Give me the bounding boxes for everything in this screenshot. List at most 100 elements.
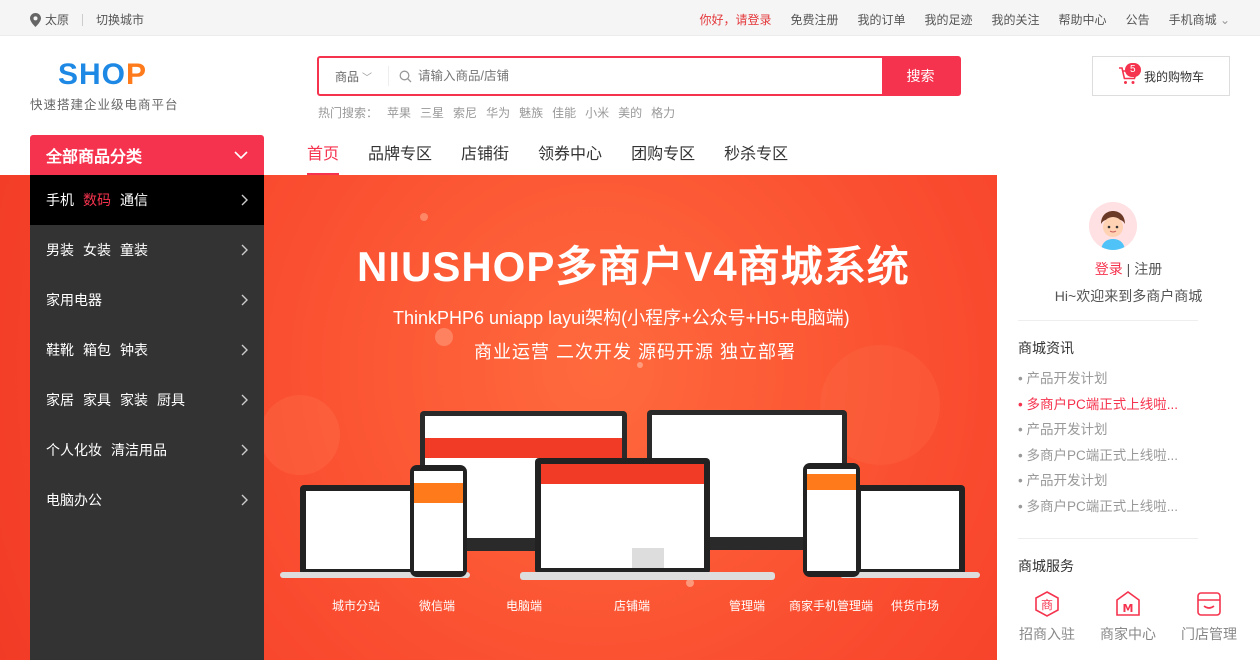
banner-label: 店铺端 <box>614 599 651 613</box>
search-button[interactable]: 搜索 <box>882 58 959 94</box>
news-item[interactable]: • 多商户PC端正式上线啦... <box>1018 498 1178 524</box>
category-label: 通信 <box>120 192 148 208</box>
divider <box>1018 538 1198 539</box>
news-item[interactable]: • 产品开发计划 <box>1018 472 1178 498</box>
nav-home[interactable]: 首页 <box>307 135 340 175</box>
service-merchant-join[interactable]: 商 招商入驻 <box>1008 590 1086 644</box>
chevron-down-icon: ⌄ <box>1219 13 1230 27</box>
nav-group-buy[interactable]: 团购专区 <box>631 135 695 175</box>
announcement-link[interactable]: 公告 <box>1126 11 1150 28</box>
news-title: 商城资讯 <box>1018 340 1074 356</box>
store-management-icon <box>1197 592 1221 616</box>
hot-term[interactable]: 格力 <box>651 104 675 121</box>
site-slogan: 快速搭建企业级电商平台 <box>30 98 179 112</box>
hot-search: 热门搜索： 苹果 三星 索尼 华为 魅族 佳能 小米 美的 格力 <box>318 104 675 121</box>
category-item-computer[interactable]: 电脑办公 <box>30 475 264 525</box>
hot-term[interactable]: 华为 <box>486 104 510 121</box>
search-category-select[interactable]: 商品 ﹀ <box>319 66 389 86</box>
banner-subtitle: ThinkPHP6 uniapp layui架构(小程序+公众号+H5+电脑端) <box>393 308 850 328</box>
banner-label: 城市分站 <box>332 599 381 613</box>
location-pin-icon <box>30 12 41 27</box>
search-input-wrap <box>389 58 882 94</box>
chevron-down-icon: ﹀ <box>362 72 372 84</box>
my-follow-link[interactable]: 我的关注 <box>992 11 1040 28</box>
my-orders-link[interactable]: 我的订单 <box>858 11 906 28</box>
chevron-right-icon <box>241 444 248 456</box>
mobile-mall-label: 手机商城 <box>1168 13 1217 27</box>
switch-city-link[interactable]: 切换城市 <box>96 11 144 28</box>
banner-title: NIUSHOP多商户V4商城系统 <box>357 243 910 290</box>
service-merchant-center[interactable]: M 商家中心 <box>1089 590 1167 644</box>
divider <box>82 13 84 26</box>
category-label: 手机 <box>46 192 74 208</box>
merchant-center-icon: M <box>1116 591 1140 616</box>
side-register-link[interactable]: 注册 <box>1134 261 1162 277</box>
hot-term[interactable]: 小米 <box>585 104 609 121</box>
site-logo[interactable]: SHOP <box>58 58 147 92</box>
nav-flash-sale[interactable]: 秒杀专区 <box>724 135 788 175</box>
banner-label: 电脑端 <box>506 599 543 613</box>
login-register: 登录 | 注册 <box>997 259 1260 279</box>
category-label: 家居 <box>46 392 74 408</box>
category-menu: 手机 数码 通信 男装 女装 童装 家用电器 鞋靴 箱包 钟表 家居 家具 家装 厨具 个人化妆清… <box>30 175 264 660</box>
news-item-text: 多商户PC端正式上线啦... <box>1026 447 1178 463</box>
cart-button[interactable]: 5 我的购物车 <box>1092 56 1230 96</box>
category-item-home[interactable]: 家居 家具 家装 厨具 <box>30 375 264 425</box>
help-center-link[interactable]: 帮助中心 <box>1059 11 1107 28</box>
nav-coupon-center[interactable]: 领券中心 <box>538 135 602 175</box>
search-input[interactable] <box>418 69 818 83</box>
service-store-management[interactable]: 门店管理 <box>1170 590 1248 644</box>
chevron-right-icon <box>241 494 248 506</box>
my-footprint-link[interactable]: 我的足迹 <box>925 11 973 28</box>
hot-term[interactable]: 索尼 <box>453 104 477 121</box>
category-item-appliances[interactable]: 家用电器 <box>30 275 264 325</box>
category-label: 数码 <box>83 192 111 208</box>
city-name: 太原 <box>45 13 70 27</box>
category-label: 鞋靴 <box>46 342 74 358</box>
category-label: 厨具 <box>157 392 185 408</box>
hot-term[interactable]: 苹果 <box>387 104 411 121</box>
main-nav: 首页 品牌专区 店铺街 领券中心 团购专区 秒杀专区 <box>307 135 788 175</box>
hot-term[interactable]: 魅族 <box>519 104 543 121</box>
news-item[interactable]: • 多商户PC端正式上线啦... <box>1018 396 1178 422</box>
register-link[interactable]: 免费注册 <box>790 11 838 28</box>
divider: | <box>1126 261 1131 277</box>
news-item[interactable]: • 多商户PC端正式上线啦... <box>1018 447 1178 473</box>
news-item-text: 产品开发计划 <box>1026 422 1108 437</box>
category-label: 家装 <box>120 392 148 408</box>
category-item-clothing[interactable]: 男装 女装 童装 <box>30 225 264 275</box>
svg-text:M: M <box>1123 602 1134 615</box>
category-item-shoes-bags[interactable]: 鞋靴 箱包 钟表 <box>30 325 264 375</box>
hot-term[interactable]: 三星 <box>420 104 444 121</box>
news-item-text: 多商户PC端正式上线啦... <box>1026 396 1178 412</box>
top-bar: 太原 切换城市 你好，请登录 免费注册 我的订单 我的足迹 我的关注 帮助中心 … <box>0 0 1260 36</box>
search-bar: 商品 ﹀ 搜索 <box>317 56 961 96</box>
all-categories-toggle[interactable]: 全部商品分类 <box>30 135 264 175</box>
mobile-mall-link[interactable]: 手机商城 ⌄ <box>1169 11 1230 28</box>
divider <box>1018 320 1198 321</box>
banner-label: 商家手机管理端 <box>789 599 874 613</box>
category-label: 清洁用品 <box>111 442 167 458</box>
news-item[interactable]: • 产品开发计划 <box>1018 370 1178 396</box>
category-label: 电脑办公 <box>46 492 102 508</box>
category-item-beauty[interactable]: 个人化妆 清洁用品 <box>30 425 264 475</box>
services-list: 商 招商入驻 M 商家中心 门店管理 <box>1008 590 1248 644</box>
search-icon <box>399 70 412 82</box>
merchant-join-icon: 商 <box>1035 591 1059 617</box>
chevron-right-icon <box>241 244 248 256</box>
banner-label: 管理端 <box>729 599 766 613</box>
location-selector[interactable]: 太原 切换城市 <box>30 11 144 28</box>
cart-count-badge: 5 <box>1125 63 1141 77</box>
news-list: • 产品开发计划 • 多商户PC端正式上线啦... • 产品开发计划 • 多商户… <box>1018 370 1178 523</box>
category-item-phone[interactable]: 手机 数码 通信 <box>30 175 264 225</box>
login-link[interactable]: 你好，请登录 <box>699 11 771 28</box>
hot-term[interactable]: 佳能 <box>552 104 576 121</box>
nav-brands[interactable]: 品牌专区 <box>368 135 432 175</box>
side-login-link[interactable]: 登录 <box>1095 261 1123 277</box>
hot-term[interactable]: 美的 <box>618 104 642 121</box>
category-label: 个人化妆 <box>46 442 102 458</box>
category-label: 家用电器 <box>46 292 102 308</box>
banner-tagline: 商业运营 二次开发 源码开源 独立部署 <box>474 342 797 362</box>
news-item[interactable]: • 产品开发计划 <box>1018 421 1178 447</box>
nav-shop-street[interactable]: 店铺街 <box>461 135 509 175</box>
